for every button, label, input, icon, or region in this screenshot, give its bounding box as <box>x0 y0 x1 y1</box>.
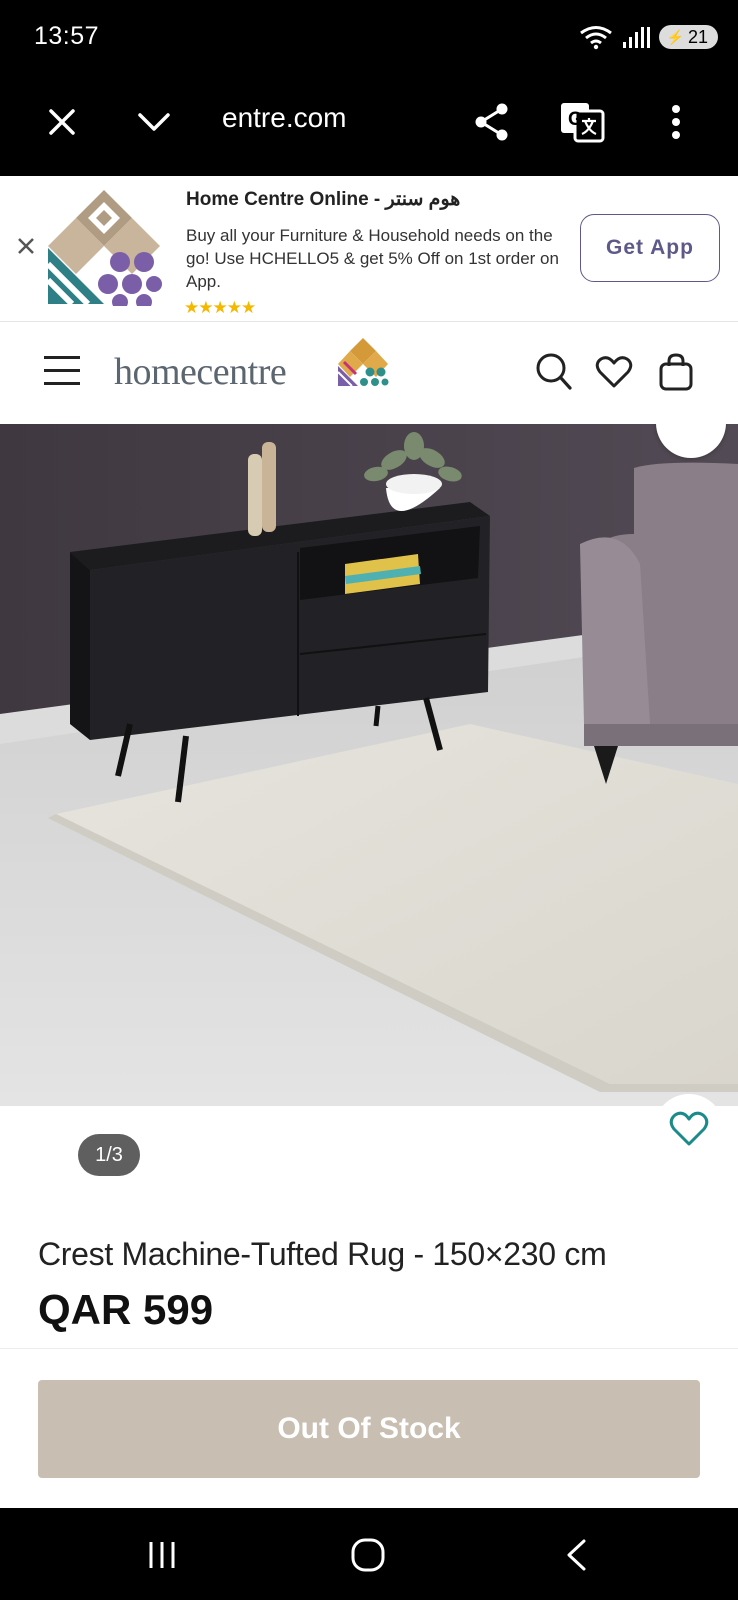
more-vertical-icon <box>672 105 680 139</box>
product-price: QAR 599 <box>38 1286 214 1333</box>
battery-indicator: ⚡ 21 <box>658 25 718 49</box>
back-button[interactable] <box>546 1530 606 1580</box>
share-button[interactable] <box>466 96 518 148</box>
close-tab-button[interactable] <box>36 96 88 148</box>
get-app-button[interactable]: Get App <box>580 214 720 282</box>
chevron-down-icon <box>138 113 170 131</box>
svg-text:G: G <box>568 109 583 130</box>
add-to-wishlist-button[interactable] <box>654 1094 724 1164</box>
system-nav-bar <box>0 1508 738 1600</box>
rating-stars: ★★★★★ <box>184 298 256 317</box>
menu-button[interactable] <box>44 356 80 386</box>
brand-logo-icon <box>337 338 389 387</box>
status-bar: 13:57 ⚡ 21 <box>0 0 738 72</box>
home-button[interactable] <box>338 1530 398 1580</box>
image-counter: 1/3 <box>78 1134 140 1176</box>
wishlist-header-button[interactable] <box>594 350 634 394</box>
recent-apps-icon <box>149 1542 175 1568</box>
product-photo <box>0 424 738 1106</box>
banner-description: Buy all your Furniture & Household needs… <box>186 226 559 291</box>
menu-icon-bar <box>44 369 80 372</box>
signal-icon <box>622 27 650 48</box>
back-icon <box>567 1539 586 1571</box>
heart-icon <box>669 1111 709 1146</box>
heart-icon <box>595 356 633 388</box>
search-button[interactable] <box>534 350 574 394</box>
translate-button[interactable]: G <box>556 96 608 148</box>
brand-logo-text[interactable]: homecentre <box>114 350 287 394</box>
product-image[interactable] <box>0 424 738 1106</box>
battery-level: 21 <box>687 26 708 47</box>
wifi-icon <box>579 26 612 50</box>
app-logo <box>46 190 162 306</box>
status-icons: ⚡ 21 <box>579 24 718 50</box>
status-time: 13:57 <box>34 22 100 50</box>
more-options-button[interactable] <box>650 96 702 148</box>
url-text[interactable]: entre.com <box>222 102 347 134</box>
recent-apps-button[interactable] <box>132 1530 192 1580</box>
home-icon <box>351 1538 385 1572</box>
close-icon <box>18 238 34 254</box>
out-of-stock-button[interactable]: Out Of Stock <box>38 1380 700 1478</box>
site-header: homecentre <box>0 322 738 424</box>
menu-icon-bar <box>44 382 80 385</box>
share-icon <box>475 103 508 141</box>
product-title: Crest Machine-Tufted Rug - 150×230 cm <box>38 1236 607 1272</box>
divider <box>0 1348 738 1349</box>
shopping-bag-icon <box>659 353 693 391</box>
banner-title: Home Centre Online - هوم سنتر <box>186 189 461 210</box>
minimize-button[interactable] <box>128 96 180 148</box>
close-icon <box>49 109 75 135</box>
banner-close-button[interactable] <box>12 232 40 260</box>
smart-app-banner: Home Centre Online - هوم سنتر Buy all yo… <box>0 176 738 322</box>
battery-saver-icon: ⚡ <box>666 28 684 45</box>
cart-button[interactable] <box>656 350 696 394</box>
translate-icon: G <box>561 103 605 143</box>
menu-icon <box>44 356 80 359</box>
browser-toolbar: entre.com G <box>0 72 738 176</box>
search-icon <box>536 353 572 390</box>
